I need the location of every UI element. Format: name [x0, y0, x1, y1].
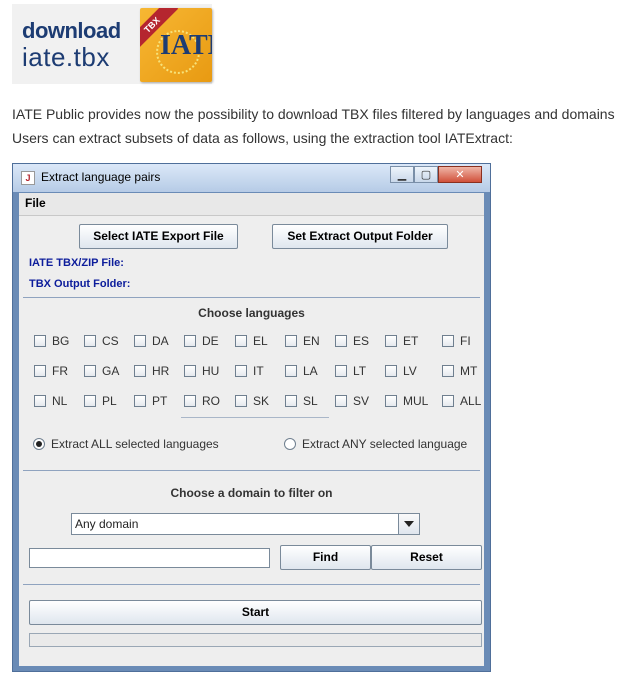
language-label: SL — [303, 394, 318, 408]
language-label: IT — [253, 364, 264, 378]
checkbox-box[interactable] — [285, 335, 297, 347]
domain-select-value: Any domain — [75, 517, 139, 531]
checkbox-box[interactable] — [335, 335, 347, 347]
checkbox-box[interactable] — [184, 395, 196, 407]
checkbox-box[interactable] — [442, 395, 454, 407]
checkbox-box[interactable] — [84, 335, 96, 347]
checkbox-box[interactable] — [442, 365, 454, 377]
iate-badge-text: IATE — [160, 30, 212, 61]
intro-line-1: IATE Public provides now the possibility… — [12, 106, 615, 122]
find-button[interactable]: Find — [280, 545, 371, 570]
checkbox-box[interactable] — [84, 365, 96, 377]
maximize-icon[interactable]: ▢ — [414, 166, 438, 183]
extract-any-radio-dot[interactable] — [284, 438, 296, 450]
iate-badge-icon: TBX IATE — [140, 8, 212, 82]
checkbox-box[interactable] — [235, 365, 247, 377]
iate-tbx-zip-file-label: IATE TBX/ZIP File: — [29, 257, 124, 269]
checkbox-box[interactable] — [385, 335, 397, 347]
domain-search-input[interactable] — [29, 548, 270, 568]
language-label: ET — [403, 334, 419, 348]
language-label: DE — [202, 334, 219, 348]
language-label: PL — [102, 394, 117, 408]
checkbox-box[interactable] — [184, 365, 196, 377]
progress-bar — [29, 633, 482, 647]
window-title: Extract language pairs — [41, 170, 161, 184]
menu-bar: File — [19, 193, 484, 216]
language-label: FI — [460, 334, 471, 348]
extract-all-radio-dot[interactable] — [33, 438, 45, 450]
language-label: MUL — [403, 394, 429, 408]
minimize-icon[interactable]: ▁ — [390, 166, 414, 183]
logo-download-text: download — [22, 18, 121, 43]
extract-language-pairs-window: J Extract language pairs ▁ ▢ ✕ File Sele… — [12, 163, 491, 672]
tbx-output-folder-label: TBX Output Folder: — [29, 278, 131, 290]
checkbox-box[interactable] — [335, 365, 347, 377]
language-label: FR — [52, 364, 68, 378]
language-label: EL — [253, 334, 268, 348]
checkbox-box[interactable] — [84, 395, 96, 407]
language-label: SV — [353, 394, 370, 408]
language-label: LA — [303, 364, 318, 378]
intro-line-2: Users can extract subsets of data as fol… — [12, 130, 513, 146]
separator — [23, 297, 480, 298]
select-iate-export-file-button[interactable]: Select IATE Export File — [79, 224, 238, 249]
checkbox-box[interactable] — [184, 335, 196, 347]
language-label: MT — [460, 364, 478, 378]
menu-file[interactable]: File — [25, 196, 46, 210]
checkbox-box[interactable] — [285, 395, 297, 407]
checkbox-box[interactable] — [385, 395, 397, 407]
set-extract-output-folder-button[interactable]: Set Extract Output Folder — [272, 224, 448, 249]
language-label: DA — [152, 334, 169, 348]
language-label: GA — [102, 364, 120, 378]
choose-languages-heading: Choose languages — [198, 306, 305, 320]
language-label: LT — [353, 364, 367, 378]
checkbox-box[interactable] — [134, 395, 146, 407]
language-label: SK — [253, 394, 270, 408]
checkbox-box[interactable] — [34, 365, 46, 377]
reset-button[interactable]: Reset — [371, 545, 482, 570]
choose-domain-heading: Choose a domain to filter on — [170, 486, 333, 500]
checkbox-box[interactable] — [335, 395, 347, 407]
logo-iate-tbx-text: iate.tbx — [22, 42, 110, 72]
java-app-icon: J — [21, 171, 35, 185]
separator — [23, 470, 480, 471]
extract-any-label: Extract ANY selected language — [302, 437, 468, 451]
language-label: EN — [303, 334, 320, 348]
language-label: ES — [353, 334, 370, 348]
checkbox-box[interactable] — [235, 335, 247, 347]
language-label: RO — [202, 394, 220, 408]
language-label: LV — [403, 364, 417, 378]
checkbox-box[interactable] — [285, 365, 297, 377]
checkbox-box[interactable] — [134, 365, 146, 377]
chevron-down-icon[interactable] — [398, 514, 419, 534]
window-content: File Select IATE Export File Set Extract… — [19, 193, 484, 666]
checkbox-box[interactable] — [34, 395, 46, 407]
close-icon[interactable]: ✕ — [438, 166, 482, 183]
checkbox-box[interactable] — [235, 395, 247, 407]
domain-select[interactable]: Any domain — [71, 513, 420, 535]
language-label: ALL — [460, 394, 482, 408]
checkbox-box[interactable] — [385, 365, 397, 377]
checkbox-box[interactable] — [34, 335, 46, 347]
separator — [23, 584, 480, 585]
checkbox-box[interactable] — [134, 335, 146, 347]
separator — [181, 417, 329, 418]
download-iate-tbx-logo[interactable]: download iate.tbx TBX IATE — [12, 4, 212, 84]
language-label: HR — [152, 364, 170, 378]
language-label: BG — [52, 334, 70, 348]
extract-all-label: Extract ALL selected languages — [51, 437, 219, 451]
language-label: PT — [152, 394, 168, 408]
window-titlebar[interactable]: J Extract language pairs ▁ ▢ ✕ — [13, 164, 490, 192]
language-label: HU — [202, 364, 220, 378]
language-label: CS — [102, 334, 119, 348]
language-label: NL — [52, 394, 68, 408]
start-button[interactable]: Start — [29, 600, 482, 625]
checkbox-box[interactable] — [442, 335, 454, 347]
